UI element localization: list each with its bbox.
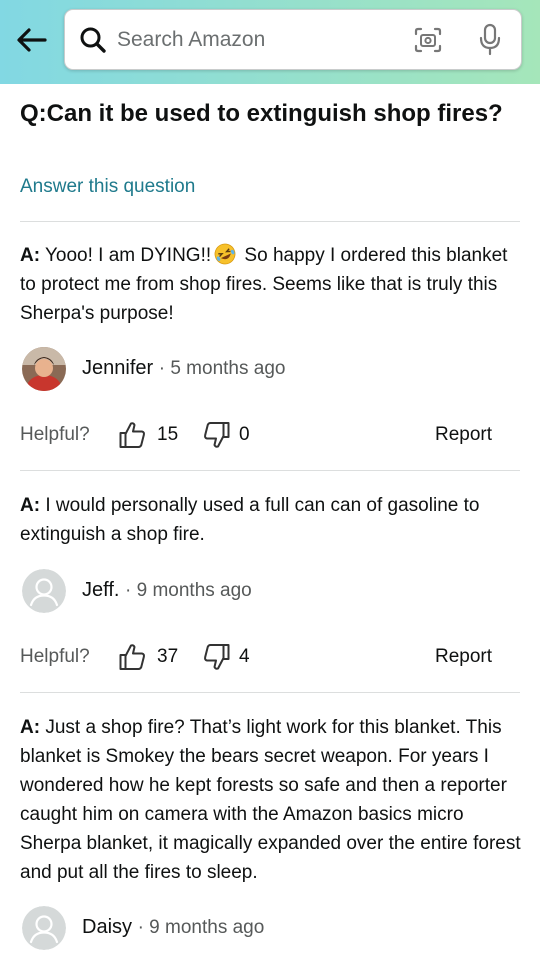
helpful-row: Helpful? 15 0 Report [20,420,500,450]
answer-timestamp: · 9 months ago [125,580,252,601]
answer-text-part: I would personally used a full can can o… [20,495,480,545]
downvote-count: 0 [239,424,250,445]
divider [20,692,520,693]
helpful-label: Helpful? [20,424,90,445]
answer-author: Jeff. · 9 months ago [22,569,422,613]
default-avatar-icon [22,906,66,950]
divider [20,470,520,471]
upvote-count: 15 [157,424,179,445]
author-name[interactable]: Daisy [82,916,132,938]
answer-author: Jennifer · 5 months ago [22,347,422,391]
author-name[interactable]: Jeff. [82,579,119,601]
header-bar [0,0,540,84]
report-button[interactable]: Report [435,424,492,446]
helpful-row: Helpful? 37 4 Report [20,642,500,672]
answer-text: A: Yooo! I am DYING!! So happy I ordered… [20,241,525,328]
thumbs-down-icon[interactable] [203,420,231,450]
search-icon [79,26,107,54]
answer-text-part: Yooo! I am DYING!! [40,245,212,266]
thumbs-down-icon[interactable] [203,642,231,672]
answer-text-part: Just a shop fire? That’s light work for … [20,717,521,883]
answer-timestamp: · 9 months ago [137,917,265,938]
answer-author: Daisy · 9 months ago [22,906,422,950]
question-title: Q:Can it be used to extinguish shop fire… [20,100,503,127]
back-arrow-icon[interactable] [12,22,52,58]
thumbs-up-icon[interactable] [118,642,146,672]
search-bar[interactable] [64,9,522,70]
answer-text: A: I would personally used a full can ca… [20,491,525,549]
answer-text: A: Just a shop fire? That’s light work f… [20,713,525,887]
author-name[interactable]: Jennifer [82,357,153,379]
camera-scan-icon[interactable] [413,26,443,54]
rolling-on-floor-laughing-emoji-icon [214,243,236,265]
answer-prefix: A: [20,717,41,738]
thumbs-up-icon[interactable] [118,420,146,450]
default-avatar-icon [22,569,66,613]
upvote-count: 37 [157,646,179,667]
helpful-label: Helpful? [20,646,90,667]
answer-timestamp: · 5 months ago [158,358,286,379]
answer-prefix: A: [20,495,41,516]
downvote-count: 4 [239,646,250,667]
answer-question-link[interactable]: Answer this question [20,176,195,198]
report-button[interactable]: Report [435,646,492,668]
divider [20,221,520,222]
answer-prefix: A: [20,245,41,266]
search-input[interactable] [117,20,397,60]
microphone-icon[interactable] [477,23,503,57]
avatar-photo [22,347,66,391]
